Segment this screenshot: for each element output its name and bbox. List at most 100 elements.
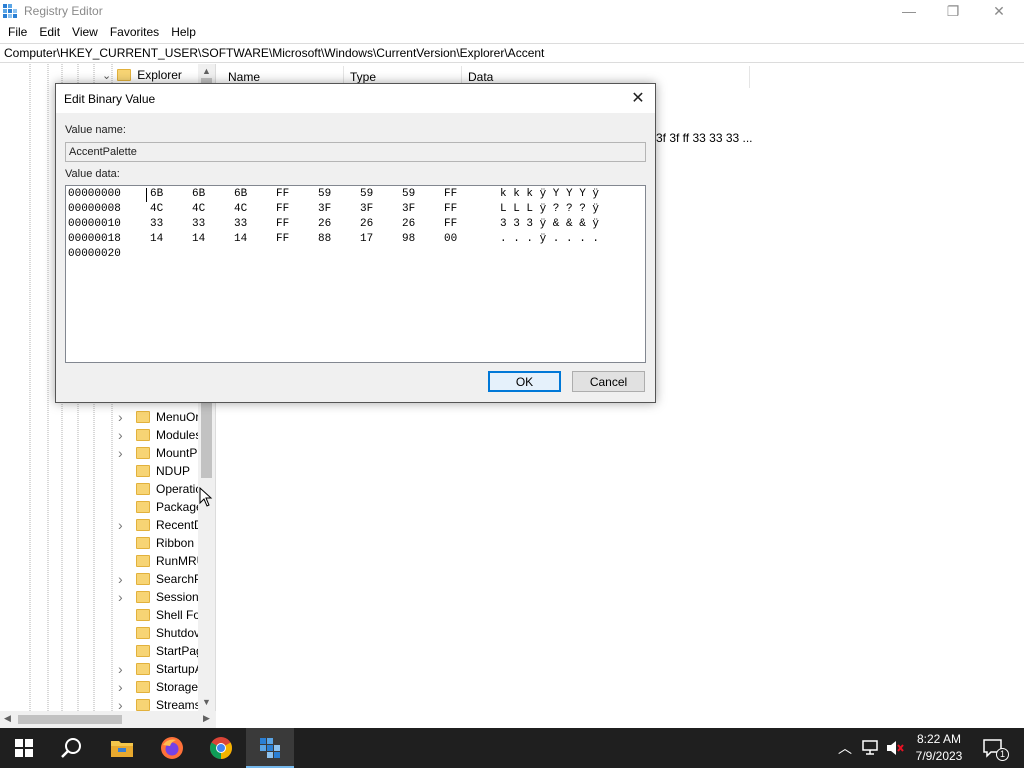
hex-byte: FF [444,203,458,215]
scroll-right-icon[interactable]: ▶ [203,713,210,724]
tree-item-label: StartupA [156,662,203,676]
scroll-up-icon[interactable]: ▲ [201,66,212,78]
folder-icon [136,537,150,549]
value-data-editor[interactable]: 00000000 6B 6B 6B FF 59 59 59 FF k k k ÿ Y Y Y ÿ 0… [65,185,646,363]
hex-byte: 4C [192,203,206,215]
firefox-button[interactable] [148,728,196,768]
chevron-right-icon[interactable]: › [118,427,128,443]
tree-item-label: Modules [156,428,202,442]
hex-byte: 33 [192,218,206,230]
chevron-right-icon[interactable]: › [118,679,128,695]
clock-time: 8:22 AM [916,732,962,746]
tree-item[interactable]: › SessionI [118,588,203,606]
registry-editor-taskbar-button[interactable] [246,728,294,768]
search-button[interactable] [48,728,96,768]
text-caret [146,188,147,202]
address-bar[interactable]: Computer\HKEY_CURRENT_USER\SOFTWARE\Micr… [0,43,1024,63]
edit-binary-value-dialog: Edit Binary Value ✕ Value name: AccentPa… [55,83,656,403]
tree-item[interactable]: StartPag [120,642,203,660]
chrome-button[interactable] [197,728,245,768]
tree-item[interactable]: › StorageI [118,678,201,696]
hex-byte: FF [276,233,290,245]
network-icon[interactable] [862,740,880,756]
hex-byte: 26 [318,218,332,230]
system-clock[interactable]: 8:22 AM 7/9/2023 [904,731,974,765]
menu-view[interactable]: View [66,25,104,39]
chevron-right-icon[interactable]: › [118,409,128,425]
tree-item[interactable]: Shutdov [120,624,200,642]
maximize-button[interactable]: ❐ [930,0,976,22]
scroll-left-icon[interactable]: ◀ [4,713,11,724]
hex-ascii: k k k ÿ Y Y Y ÿ [500,188,600,200]
tree-item-explorer[interactable]: ⌄ Explorer [100,66,182,84]
tree-item-label: Ribbon [156,536,195,550]
folder-icon [136,429,150,441]
registry-editor-icon [3,4,17,18]
tree-item[interactable]: › RecentD [118,516,203,534]
hex-byte: 33 [150,218,164,230]
tree-item[interactable]: NDUP [120,462,190,480]
hex-byte: 00 [444,233,458,245]
tree-horizontal-scrollbar[interactable]: ◀ ▶ [0,711,216,728]
hex-byte: FF [276,188,290,200]
scroll-down-icon[interactable]: ▼ [201,697,212,709]
tree-item[interactable]: › StartupA [118,660,203,678]
hex-byte: 14 [234,233,248,245]
clock-date: 7/9/2023 [915,749,963,763]
tree-item-label: StartPag [156,644,203,658]
dialog-close-icon[interactable]: ✕ [627,88,649,110]
ok-button[interactable]: OK [488,371,561,392]
menu-edit[interactable]: Edit [33,25,66,39]
menu-help[interactable]: Help [165,25,202,39]
tree-item-label: SessionI [156,590,203,604]
menu-file[interactable]: File [2,25,33,39]
volume-muted-icon[interactable] [886,740,904,756]
registry-editor-icon [260,738,280,758]
hex-offset: 00000020 [68,248,121,260]
hex-byte: 26 [402,218,416,230]
start-button[interactable] [0,728,48,768]
tree-item[interactable]: Ribbon [120,534,194,552]
chevron-right-icon[interactable]: › [118,445,128,461]
tree-item[interactable]: Operatic [120,480,201,498]
chevron-right-icon[interactable]: › [118,589,128,605]
tree-item[interactable]: › SearchP [118,570,202,588]
value-name-field: AccentPalette [65,142,646,162]
tree-item-label: Shell Fol [156,608,203,622]
tree-item[interactable]: › MenuOr [118,408,199,426]
minimize-button[interactable]: — [886,0,932,22]
file-explorer-button[interactable] [98,728,146,768]
hex-byte: 33 [234,218,248,230]
tree-item[interactable]: › Modules [118,426,202,444]
hex-byte: 6B [234,188,248,200]
hex-byte: 17 [360,233,374,245]
folder-icon [136,573,150,585]
close-button[interactable]: ✕ [976,0,1022,22]
folder-icon [136,609,150,621]
tree-item[interactable]: Package [120,498,203,516]
hex-ascii: . . . ÿ . . . . [500,233,600,245]
scroll-thumb[interactable] [18,715,122,724]
hex-offset: 00000000 [68,188,121,200]
dialog-title: Edit Binary Value [64,92,156,106]
menu-favorites[interactable]: Favorites [104,25,165,39]
hex-byte: 26 [360,218,374,230]
hex-byte: 3F [360,203,374,215]
hex-byte: FF [444,188,458,200]
tree-item-label: Package [156,500,203,514]
chevron-down-icon: ⌄ [102,69,112,82]
value-data-label: Value data: [65,168,120,180]
folder-icon [117,69,132,81]
chevron-right-icon[interactable]: › [118,571,128,587]
cancel-button[interactable]: Cancel [572,371,645,392]
chevron-up-icon[interactable]: ︿ [838,738,852,758]
tree-item[interactable]: Shell Fol [120,606,203,624]
hex-byte: 6B [192,188,206,200]
chevron-right-icon[interactable]: › [118,661,128,677]
tree-item[interactable]: › MountP [118,444,197,462]
chevron-right-icon[interactable]: › [118,517,128,533]
menu-bar: File Edit View Favorites Help [0,22,1024,42]
tree-item[interactable]: RunMRU [120,552,205,570]
hex-byte: 6B [150,188,164,200]
hex-byte: 59 [318,188,332,200]
